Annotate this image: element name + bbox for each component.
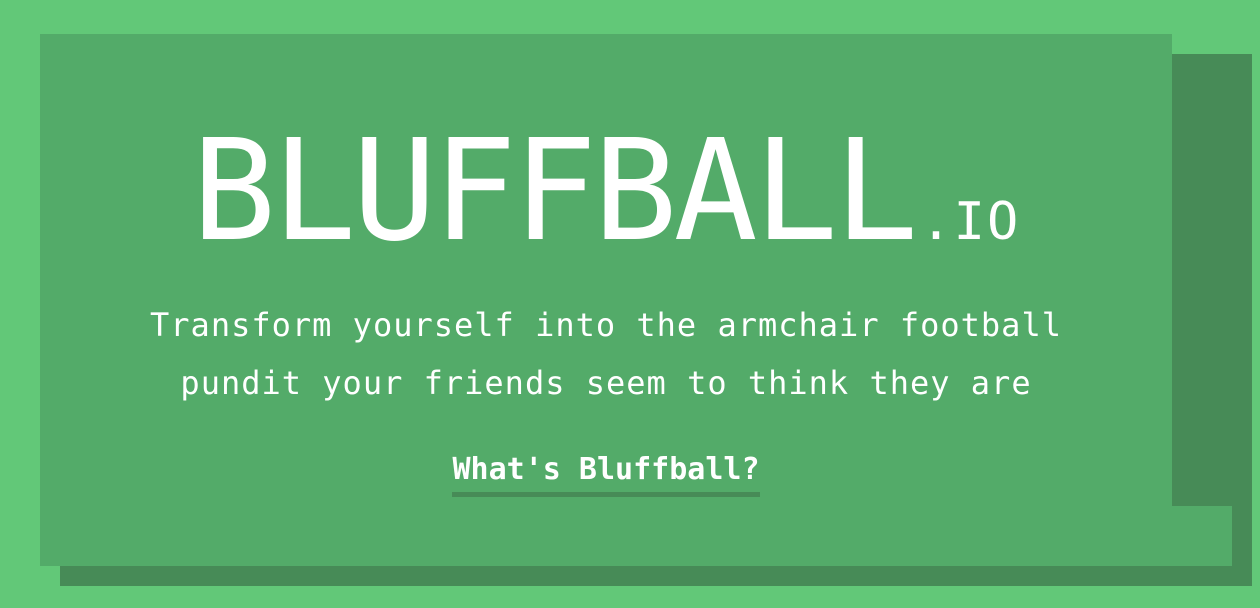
tagline: Transform yourself into the armchair foo… (40, 296, 1172, 412)
tagline-line-2: pundit your friends seem to think they a… (180, 364, 1032, 402)
tagline-line-1: Transform yourself into the armchair foo… (150, 306, 1062, 344)
logo-wordmark: BLUFFBALL (191, 110, 919, 273)
logo: BLUFFBALL .IO (40, 122, 1172, 262)
whats-bluffball-link[interactable]: What's Bluffball? (452, 450, 760, 497)
logo-domain-suffix: .IO (920, 192, 1021, 252)
cta-container: What's Bluffball? (40, 450, 1172, 497)
hero-card: BLUFFBALL .IO Transform yourself into the… (40, 34, 1172, 566)
card-shadow-step (1172, 506, 1232, 566)
